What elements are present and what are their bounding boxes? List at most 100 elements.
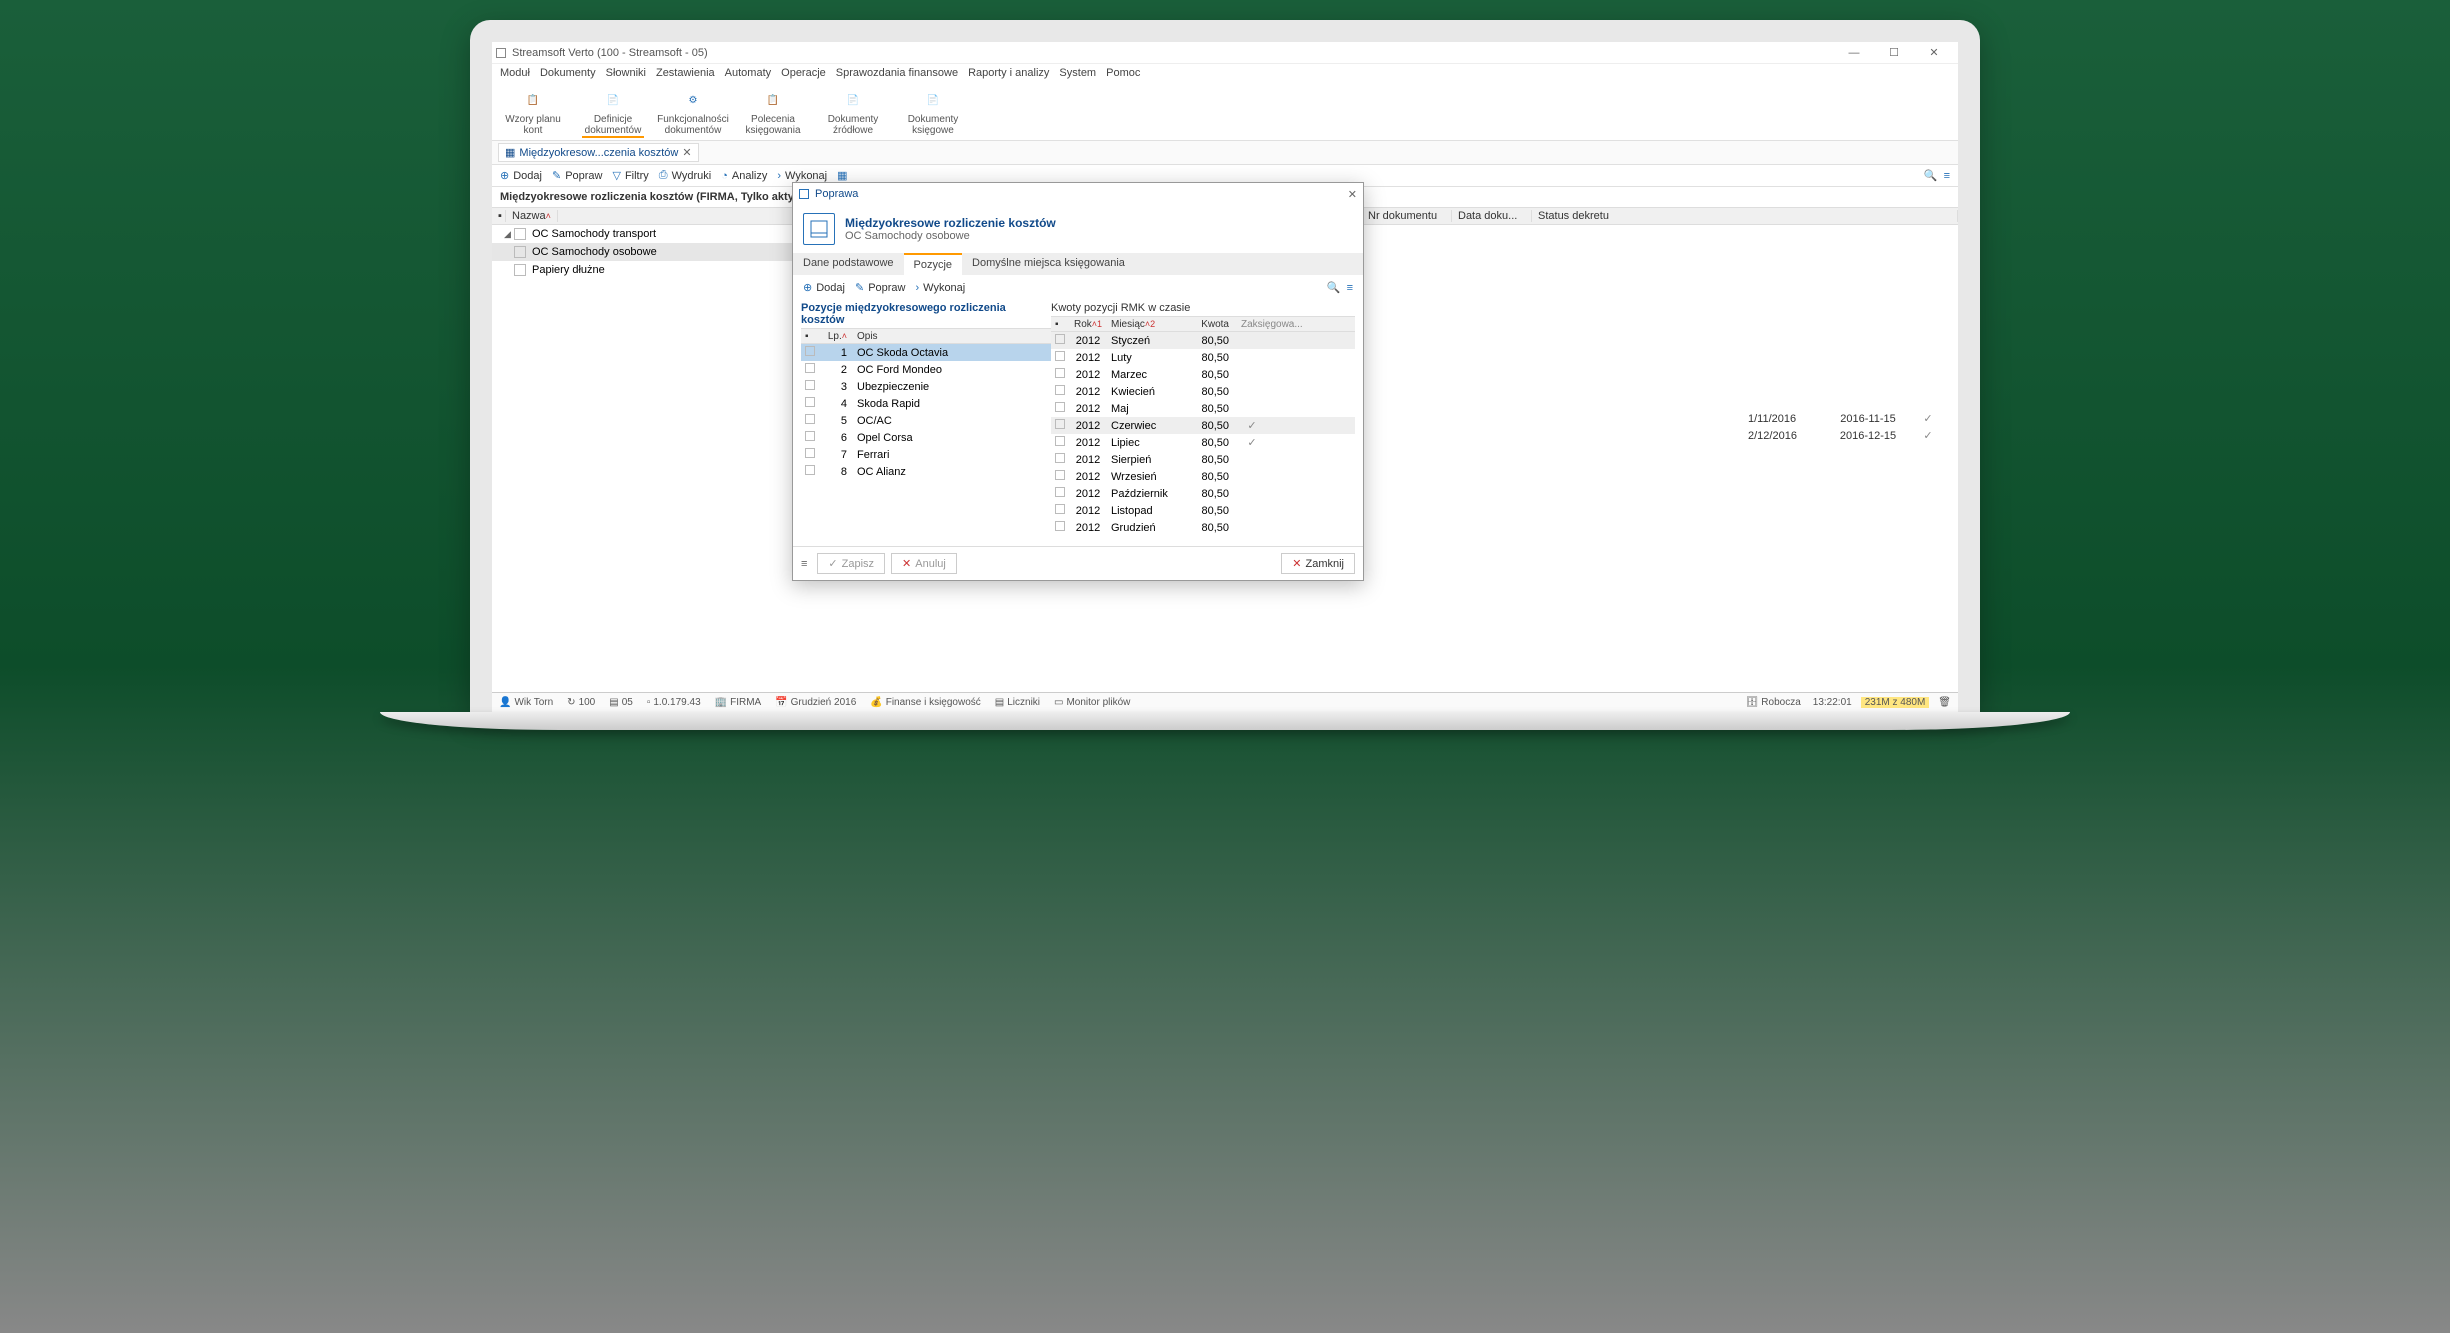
- dialog-list-button[interactable]: ≡: [1347, 281, 1353, 294]
- close-tab-icon[interactable]: ✕: [682, 146, 691, 159]
- ribbon-wzory planu[interactable]: 📋Wzory planukont: [502, 88, 564, 138]
- ribbon-funkcjonalności[interactable]: ⚙Funkcjonalnościdokumentów: [662, 88, 724, 138]
- name-column[interactable]: Nazwa˄: [506, 210, 558, 222]
- menu-dokumenty[interactable]: Dokumenty: [540, 67, 596, 79]
- edit-button[interactable]: ✎Popraw: [552, 169, 603, 182]
- dialog-edit-button[interactable]: ✎Popraw: [855, 281, 906, 294]
- menu-zestawienia[interactable]: Zestawienia: [656, 67, 715, 79]
- menu-system[interactable]: System: [1059, 67, 1096, 79]
- checkbox[interactable]: [801, 346, 819, 359]
- checkbox[interactable]: [1051, 504, 1069, 517]
- rok-col[interactable]: Rok˄1: [1069, 319, 1107, 330]
- execute-button[interactable]: ›Wykonaj: [777, 170, 827, 182]
- checkbox[interactable]: [801, 380, 819, 393]
- amount-row[interactable]: 2012Marzec80,50: [1051, 366, 1355, 383]
- dialog-close-button[interactable]: ✕: [1348, 188, 1357, 201]
- position-row[interactable]: 5OC/AC: [801, 412, 1051, 429]
- menu-pomoc[interactable]: Pomoc: [1106, 67, 1140, 79]
- checkbox[interactable]: [1051, 385, 1069, 398]
- zaks-col[interactable]: Zaksięgowa...: [1237, 319, 1355, 330]
- amount-row[interactable]: 2012Lipiec80,50✓: [1051, 434, 1355, 451]
- ribbon-dokumenty[interactable]: 📄Dokumentyźródłowe: [822, 88, 884, 138]
- menu-icon[interactable]: ≡: [801, 558, 807, 570]
- menu-automaty[interactable]: Automaty: [725, 67, 771, 79]
- dialog-execute-button[interactable]: ›Wykonaj: [915, 282, 965, 294]
- maximize-button[interactable]: ☐: [1874, 46, 1914, 59]
- position-row[interactable]: 4Skoda Rapid: [801, 395, 1051, 412]
- miesiac-col[interactable]: Miesiąc˄2: [1107, 319, 1177, 330]
- analyze-button[interactable]: ◔Analizy: [721, 170, 767, 182]
- col-date[interactable]: Data doku...: [1452, 210, 1532, 222]
- search-button[interactable]: 🔍: [1924, 169, 1938, 182]
- grid-settings-button[interactable]: ▦: [837, 169, 847, 182]
- sb-trash[interactable]: 🗑: [1935, 697, 1954, 708]
- print-button[interactable]: ⎙Wydruki: [659, 169, 711, 182]
- checkbox[interactable]: [801, 397, 819, 410]
- checkbox[interactable]: [1051, 436, 1069, 449]
- checkbox[interactable]: [1051, 334, 1069, 347]
- ribbon-definicje[interactable]: 📄Definicjedokumentów: [582, 88, 644, 138]
- col-status[interactable]: Status dekretu: [1532, 210, 1958, 222]
- add-button[interactable]: ⊕Dodaj: [500, 169, 542, 182]
- filters-button[interactable]: ▽Filtry: [612, 169, 648, 182]
- checkbox[interactable]: [801, 414, 819, 427]
- tab-0[interactable]: Dane podstawowe: [793, 253, 904, 275]
- amount-row[interactable]: 2012Luty80,50: [1051, 349, 1355, 366]
- amount-row[interactable]: 2012Sierpień80,50: [1051, 451, 1355, 468]
- amount-row[interactable]: 2012Styczeń80,50: [1051, 332, 1355, 349]
- checkbox[interactable]: [801, 363, 819, 376]
- ribbon-polecenia[interactable]: 📋Poleceniaksięgowania: [742, 88, 804, 138]
- amount-row[interactable]: 2012Grudzień80,50: [1051, 519, 1355, 536]
- menu-raporty i analizy[interactable]: Raporty i analizy: [968, 67, 1049, 79]
- amount-row[interactable]: 2012Czerwiec80,50✓: [1051, 417, 1355, 434]
- amount-row[interactable]: 2012Październik80,50: [1051, 485, 1355, 502]
- checkbox[interactable]: [1051, 453, 1069, 466]
- menu-operacje[interactable]: Operacje: [781, 67, 826, 79]
- minimize-button[interactable]: —: [1834, 47, 1874, 59]
- checkbox[interactable]: [1051, 470, 1069, 483]
- position-row[interactable]: 7Ferrari: [801, 446, 1051, 463]
- tab-1[interactable]: Pozycje: [904, 253, 963, 275]
- cancel-button[interactable]: ✕Anuluj: [891, 553, 957, 574]
- amount-row[interactable]: 2012Wrzesień80,50: [1051, 468, 1355, 485]
- position-row[interactable]: 8OC Alianz: [801, 463, 1051, 480]
- list-button[interactable]: ≡: [1944, 169, 1950, 182]
- position-row[interactable]: 1OC Skoda Octavia: [801, 344, 1051, 361]
- lp-cell: 7: [819, 449, 853, 461]
- checkbox[interactable]: [1051, 402, 1069, 415]
- main-row[interactable]: 2/12/20162016-12-15✓: [1748, 427, 1948, 444]
- position-row[interactable]: 2OC Ford Mondeo: [801, 361, 1051, 378]
- opis-col[interactable]: Opis: [853, 331, 1051, 342]
- position-row[interactable]: 3Ubezpieczenie: [801, 378, 1051, 395]
- amount-row[interactable]: 2012Listopad80,50: [1051, 502, 1355, 519]
- col-nr[interactable]: Nr dokumentu: [1362, 210, 1452, 222]
- amount-row[interactable]: 2012Kwiecień80,50: [1051, 383, 1355, 400]
- checkbox[interactable]: [514, 264, 526, 276]
- checkbox[interactable]: [1051, 351, 1069, 364]
- save-button[interactable]: ✓Zapisz: [817, 553, 885, 574]
- main-row[interactable]: 1/11/20162016-11-15✓: [1748, 410, 1948, 427]
- checkbox[interactable]: [1051, 368, 1069, 381]
- ribbon-dokumenty[interactable]: 📄Dokumentyksięgowe: [902, 88, 964, 138]
- menu-sprawozdania finansowe[interactable]: Sprawozdania finansowe: [836, 67, 958, 79]
- checkbox[interactable]: [1051, 521, 1069, 534]
- close-button[interactable]: ✕: [1914, 46, 1954, 59]
- document-tab[interactable]: ▦ Międzyokresow...czenia kosztów ✕: [498, 143, 699, 162]
- checkbox[interactable]: [514, 228, 526, 240]
- close-dialog-button[interactable]: ✕Zamknij: [1281, 553, 1355, 574]
- checkbox[interactable]: [1051, 419, 1069, 432]
- menu-słowniki[interactable]: Słowniki: [606, 67, 646, 79]
- tab-2[interactable]: Domyślne miejsca księgowania: [962, 253, 1135, 275]
- checkbox[interactable]: [1051, 487, 1069, 500]
- lp-col[interactable]: Lp.˄: [819, 331, 853, 342]
- checkbox[interactable]: [801, 431, 819, 444]
- checkbox[interactable]: [801, 465, 819, 478]
- menu-moduł[interactable]: Moduł: [500, 67, 530, 79]
- position-row[interactable]: 6Opel Corsa: [801, 429, 1051, 446]
- amount-row[interactable]: 2012Maj80,50: [1051, 400, 1355, 417]
- checkbox[interactable]: [801, 448, 819, 461]
- checkbox[interactable]: [514, 246, 526, 258]
- kwota-col[interactable]: Kwota: [1177, 319, 1237, 330]
- dialog-search-button[interactable]: 🔍: [1327, 281, 1341, 294]
- dialog-add-button[interactable]: ⊕Dodaj: [803, 281, 845, 294]
